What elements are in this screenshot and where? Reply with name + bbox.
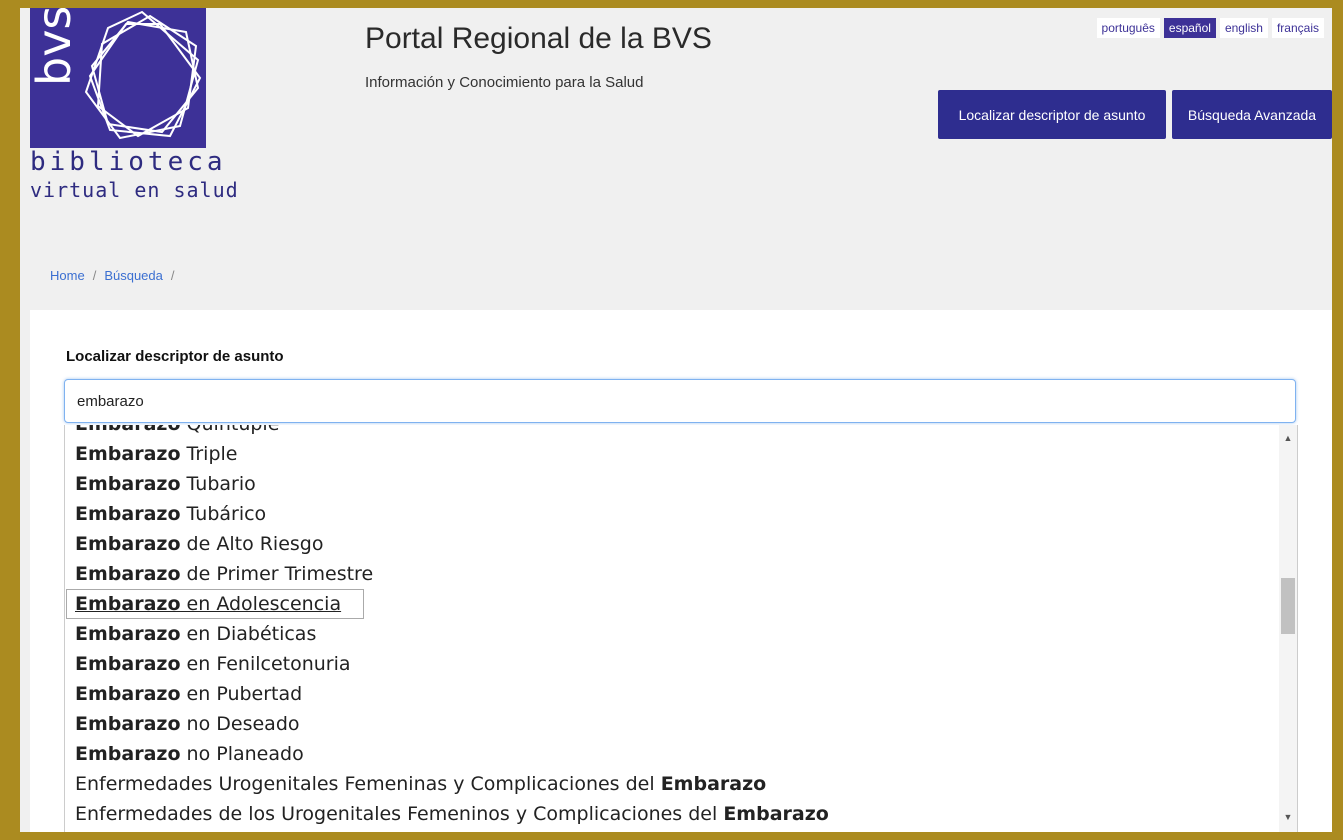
suggestion-match: Embarazo (75, 653, 181, 675)
suggestion-text: Embarazo Tubárico (75, 503, 266, 525)
suggestion-text: Embarazo de Primer Trimestre (75, 563, 373, 585)
suggestion-match: Embarazo (75, 533, 181, 555)
suggestion-match: Embarazo (75, 713, 181, 735)
search-label: Localizar descriptor de asunto (66, 348, 284, 365)
suggestion-text: Embarazo Tubario (75, 473, 256, 495)
logo-letters: bvs (30, 8, 81, 86)
breadcrumb-separator: / (170, 268, 175, 283)
suggestion-prefix: Enfermedades de los Urogenitales Femenin… (75, 803, 724, 825)
suggestion-text: Embarazo no Deseado (75, 713, 300, 735)
lang-francais[interactable]: français (1271, 18, 1324, 38)
suggestion-match: Embarazo (723, 803, 829, 825)
suggestion-text: Embarazo en Adolescencia (66, 589, 365, 619)
suggestion-suffix: en Pubertad (180, 683, 303, 705)
suggestion-item[interactable]: Embarazo Triple (65, 439, 1277, 469)
suggestion-text: Embarazo de Alto Riesgo (75, 533, 324, 555)
logo-graphic: bvs (30, 8, 202, 140)
site-header: bvs biblioteca virtual en salud Portal R… (20, 8, 1332, 236)
suggestion-item[interactable]: Embarazo en Diabéticas (65, 619, 1277, 649)
suggestion-match: Embarazo (75, 623, 181, 645)
suggestion-match: Embarazo (75, 563, 181, 585)
page-subtitle: Información y Conocimiento para la Salud (365, 74, 644, 91)
suggestion-item[interactable]: Enfermedades Urogenitales Femeninas y Co… (65, 769, 1277, 799)
bvs-logo[interactable]: bvs (30, 8, 206, 148)
logo-caption-line1: biblioteca (30, 147, 227, 177)
suggestion-suffix: Triple (180, 443, 238, 465)
suggestion-item[interactable]: Embarazo no Deseado (65, 709, 1277, 739)
suggestion-suffix: no Planeado (180, 743, 304, 765)
suggestion-text: Enfermedades de los Urogenitales Femenin… (75, 803, 829, 825)
suggestion-match: Embarazo (75, 503, 181, 525)
lang-english[interactable]: english (1219, 18, 1268, 38)
browser-frame: bvs biblioteca virtual en salud Portal R… (20, 8, 1332, 832)
find-descriptor-button[interactable]: Localizar descriptor de asunto (938, 90, 1166, 139)
lang-portugues[interactable]: português (1096, 18, 1160, 38)
autocomplete-list: Embarazo QuintupleEmbarazo TripleEmbaraz… (64, 425, 1298, 832)
suggestion-suffix: en Adolescencia (180, 593, 342, 615)
suggestion-item[interactable]: Embarazo de Alto Riesgo (65, 529, 1277, 559)
advanced-search-button[interactable]: Búsqueda Avanzada (1172, 90, 1332, 139)
suggestion-item[interactable]: Embarazo Tubárico (65, 499, 1277, 529)
suggestion-suffix: Tubárico (180, 503, 267, 525)
suggestion-item[interactable]: Embarazo en Fenilcetonuria (65, 649, 1277, 679)
suggestion-suffix: de Primer Trimestre (180, 563, 374, 585)
suggestion-suffix: no Deseado (180, 713, 300, 735)
suggestion-text: Embarazo no Planeado (75, 743, 304, 765)
suggestion-match: Embarazo (75, 425, 181, 435)
suggestion-suffix: en Diabéticas (180, 623, 317, 645)
scroll-down-arrow-icon[interactable]: ▼ (1279, 808, 1297, 826)
breadcrumb-search[interactable]: Búsqueda (104, 268, 163, 283)
suggestion-prefix: Enfermedades Urogenitales Femeninas y Co… (75, 773, 661, 795)
suggestion-suffix: Quintuple (181, 425, 280, 435)
suggestion-suffix: de Alto Riesgo (180, 533, 324, 555)
suggestion-match: Embarazo (75, 473, 181, 495)
suggestion-text: Embarazo en Pubertad (75, 683, 302, 705)
breadcrumb: Home / Búsqueda / (50, 268, 183, 283)
suggestion-text: Embarazo en Fenilcetonuria (75, 653, 351, 675)
suggestion-suffix: en Fenilcetonuria (180, 653, 351, 675)
lang-espanol[interactable]: español (1163, 18, 1216, 38)
suggestion-match: Embarazo (75, 443, 181, 465)
language-switcher: português español english français (1096, 18, 1324, 38)
suggestion-item[interactable]: Enfermedades de los Urogenitales Femenin… (65, 799, 1277, 829)
suggestion-match: Embarazo (660, 773, 767, 795)
suggestion-match: Embarazo (75, 593, 181, 615)
suggestion-match: Embarazo (75, 743, 181, 765)
descriptor-search-input[interactable] (64, 379, 1296, 423)
scrollbar[interactable]: ▲ ▼ (1279, 425, 1297, 832)
suggestion-item[interactable]: Embarazo de Primer Trimestre (65, 559, 1277, 589)
suggestion-text: Enfermedades Urogenitales Femeninas y Co… (75, 773, 766, 795)
breadcrumb-separator: / (92, 268, 97, 283)
suggestion-item[interactable]: Embarazo en Adolescencia (65, 589, 1277, 619)
suggestion-text: Embarazo Quintuple (75, 425, 279, 435)
suggestion-text: Embarazo en Diabéticas (75, 623, 316, 645)
suggestion-text: Embarazo Triple (75, 443, 238, 465)
suggestion-item[interactable]: Embarazo Tubario (65, 469, 1277, 499)
logo-caption-line2: virtual en salud (30, 178, 239, 202)
suggestion-items: Embarazo QuintupleEmbarazo TripleEmbaraz… (65, 425, 1277, 829)
suggestion-item[interactable]: Embarazo en Pubertad (65, 679, 1277, 709)
suggestion-item[interactable]: Embarazo no Planeado (65, 739, 1277, 769)
breadcrumb-home[interactable]: Home (50, 268, 85, 283)
scroll-up-arrow-icon[interactable]: ▲ (1279, 429, 1297, 447)
scroll-thumb[interactable] (1281, 578, 1295, 634)
suggestion-match: Embarazo (75, 683, 181, 705)
suggestion-suffix: Tubario (180, 473, 256, 495)
suggestion-item[interactable]: Embarazo Quintuple (65, 425, 1277, 439)
page-title: Portal Regional de la BVS (365, 22, 712, 55)
